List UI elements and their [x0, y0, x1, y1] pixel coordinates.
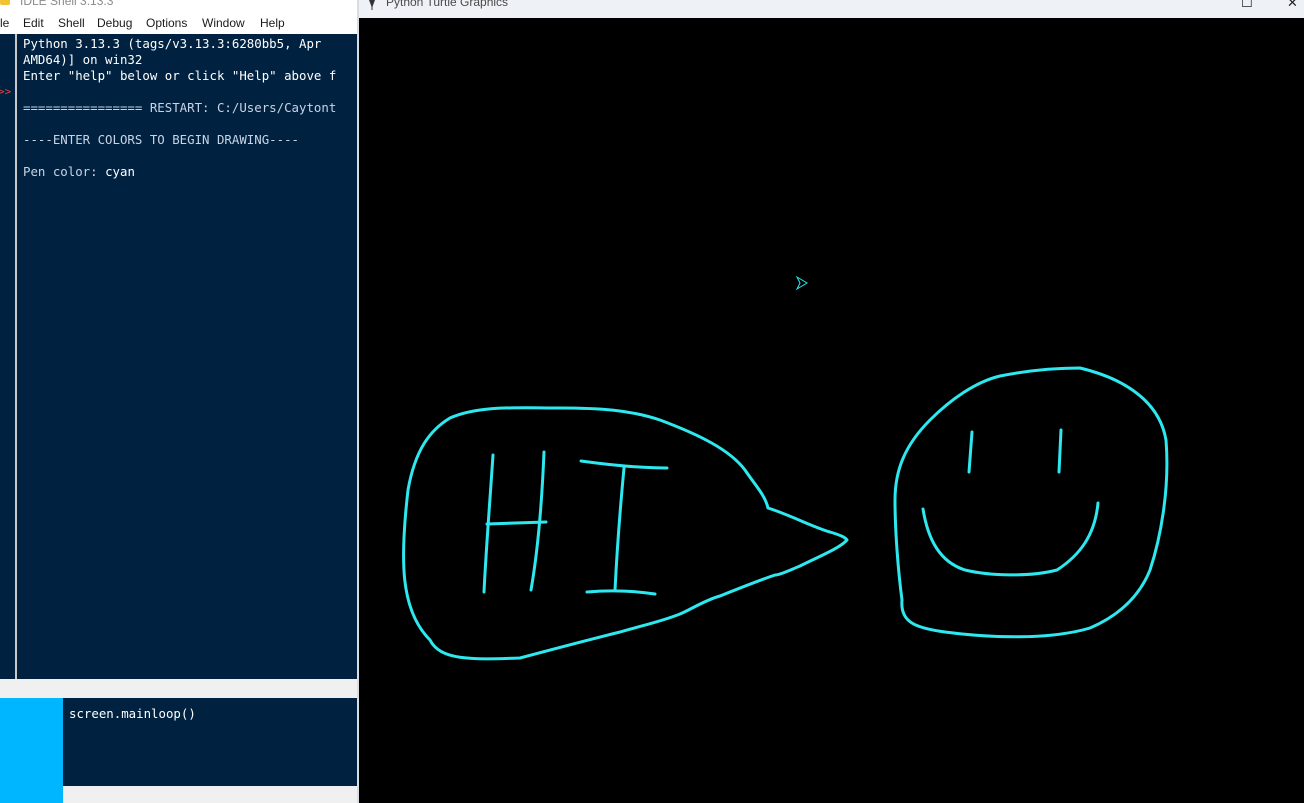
menu-help[interactable]: Help	[260, 16, 285, 30]
shell-line: Enter "help" below or click "Help" above…	[23, 68, 337, 83]
shell-prompt-line: Pen color: cyan	[17, 164, 357, 180]
turtle-graphics-window: Python Turtle Graphics ☐ ✕	[359, 0, 1304, 803]
menu-window[interactable]: Window	[202, 16, 245, 30]
shell-line: AMD64)] on win32	[23, 52, 143, 67]
idle-titlebar[interactable]: IDLE Shell 3.13.3	[0, 0, 357, 13]
editor-line-gutter	[0, 698, 63, 803]
idle-shell-window: IDLE Shell 3.13.3 le Edit Shell Debug Op…	[0, 0, 357, 803]
editor-status-area	[63, 786, 357, 803]
editor-window: screen.mainloop()	[0, 698, 357, 803]
turtle-canvas[interactable]	[359, 18, 1304, 803]
idle-app-icon	[0, 0, 10, 5]
idle-window-title: IDLE Shell 3.13.3	[20, 0, 114, 8]
editor-code-area[interactable]: screen.mainloop()	[63, 698, 357, 786]
prompt-input-value[interactable]: cyan	[105, 164, 135, 179]
turtle-titlebar[interactable]: Python Turtle Graphics ☐ ✕	[359, 0, 1304, 18]
letter-h-crossbar	[485, 520, 548, 526]
menu-options[interactable]: Options	[146, 16, 187, 30]
maximize-icon[interactable]: ☐	[1241, 0, 1253, 11]
shell-output[interactable]: Python 3.13.3 (tags/v3.13.3:6280bb5, Apr…	[17, 34, 357, 681]
menu-shell[interactable]: Shell	[58, 16, 85, 30]
shell-horizontal-scrollbar[interactable]	[0, 679, 357, 698]
menu-edit[interactable]: Edit	[23, 16, 44, 30]
menu-debug[interactable]: Debug	[97, 16, 132, 30]
turtle-window-title: Python Turtle Graphics	[386, 0, 509, 9]
close-icon[interactable]: ✕	[1287, 0, 1298, 11]
menu-file[interactable]: le	[0, 16, 9, 30]
shell-line: Python 3.13.3 (tags/v3.13.3:6280bb5, Apr	[23, 36, 322, 51]
shell-restart-line: ================ RESTART: C:/Users/Cayto…	[23, 100, 337, 115]
turtle-feather-icon	[369, 0, 375, 10]
idle-menubar: le Edit Shell Debug Options Window Help	[0, 13, 357, 34]
smiley-right-eye	[1057, 428, 1063, 474]
prompt-label: Pen color:	[23, 164, 106, 179]
shell-instruction-line: ----ENTER COLORS TO BEGIN DRAWING----	[23, 132, 300, 147]
canvas-background	[359, 18, 1304, 803]
shell-line-gutter	[0, 34, 15, 679]
shell-prompt-marker: >>	[0, 85, 12, 98]
